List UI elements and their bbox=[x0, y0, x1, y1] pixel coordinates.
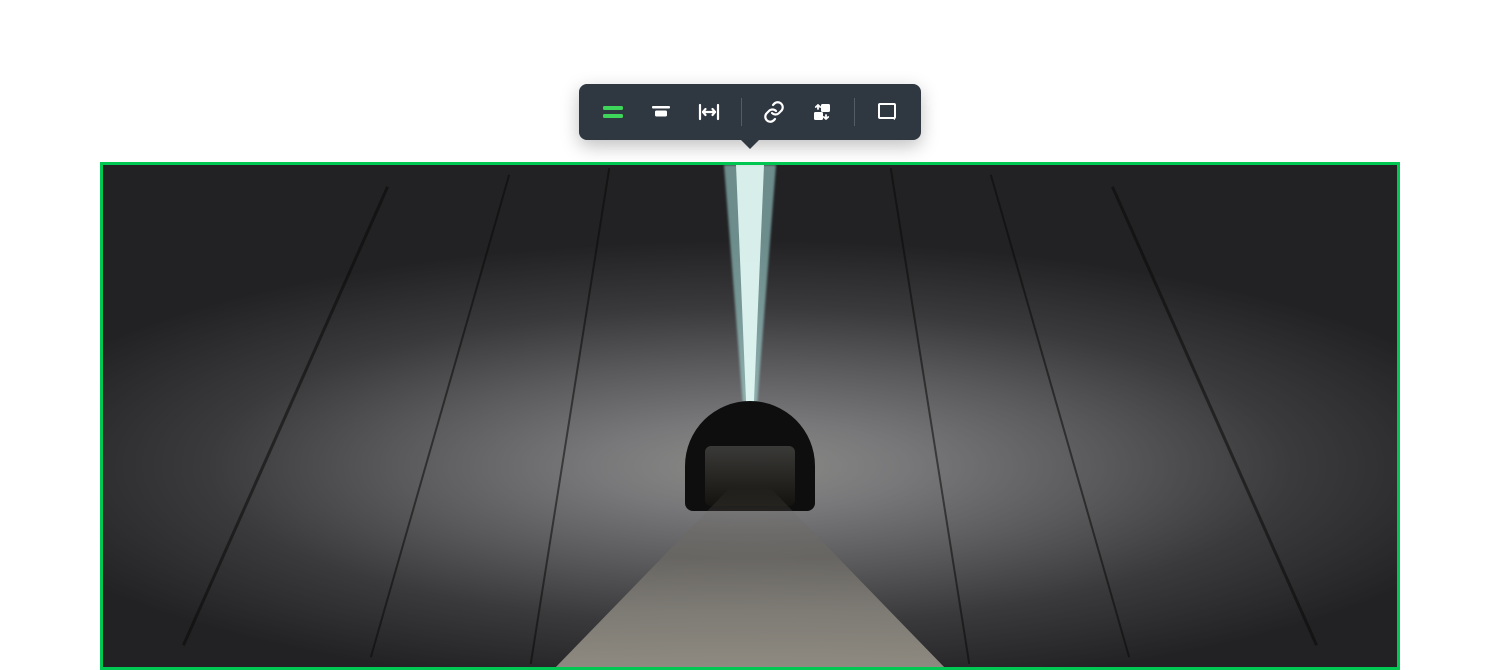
link-button[interactable] bbox=[750, 88, 798, 136]
replace-image-button[interactable] bbox=[798, 88, 846, 136]
toolbar-separator bbox=[741, 98, 742, 126]
align-full-width-icon bbox=[601, 100, 625, 124]
block-toolbar bbox=[579, 84, 921, 140]
align-wide-icon bbox=[649, 100, 673, 124]
image-content bbox=[103, 165, 1397, 667]
replace-image-icon bbox=[810, 100, 834, 124]
align-fit-button[interactable] bbox=[685, 88, 733, 136]
toolbar bbox=[579, 84, 921, 140]
link-icon bbox=[762, 100, 786, 124]
align-fit-icon bbox=[697, 100, 721, 124]
align-wide-button[interactable] bbox=[637, 88, 685, 136]
toolbar-separator bbox=[854, 98, 855, 126]
caption-icon bbox=[875, 100, 899, 124]
align-full-width-button[interactable] bbox=[589, 88, 637, 136]
image-block-selected[interactable] bbox=[100, 162, 1400, 670]
caption-button[interactable] bbox=[863, 88, 911, 136]
